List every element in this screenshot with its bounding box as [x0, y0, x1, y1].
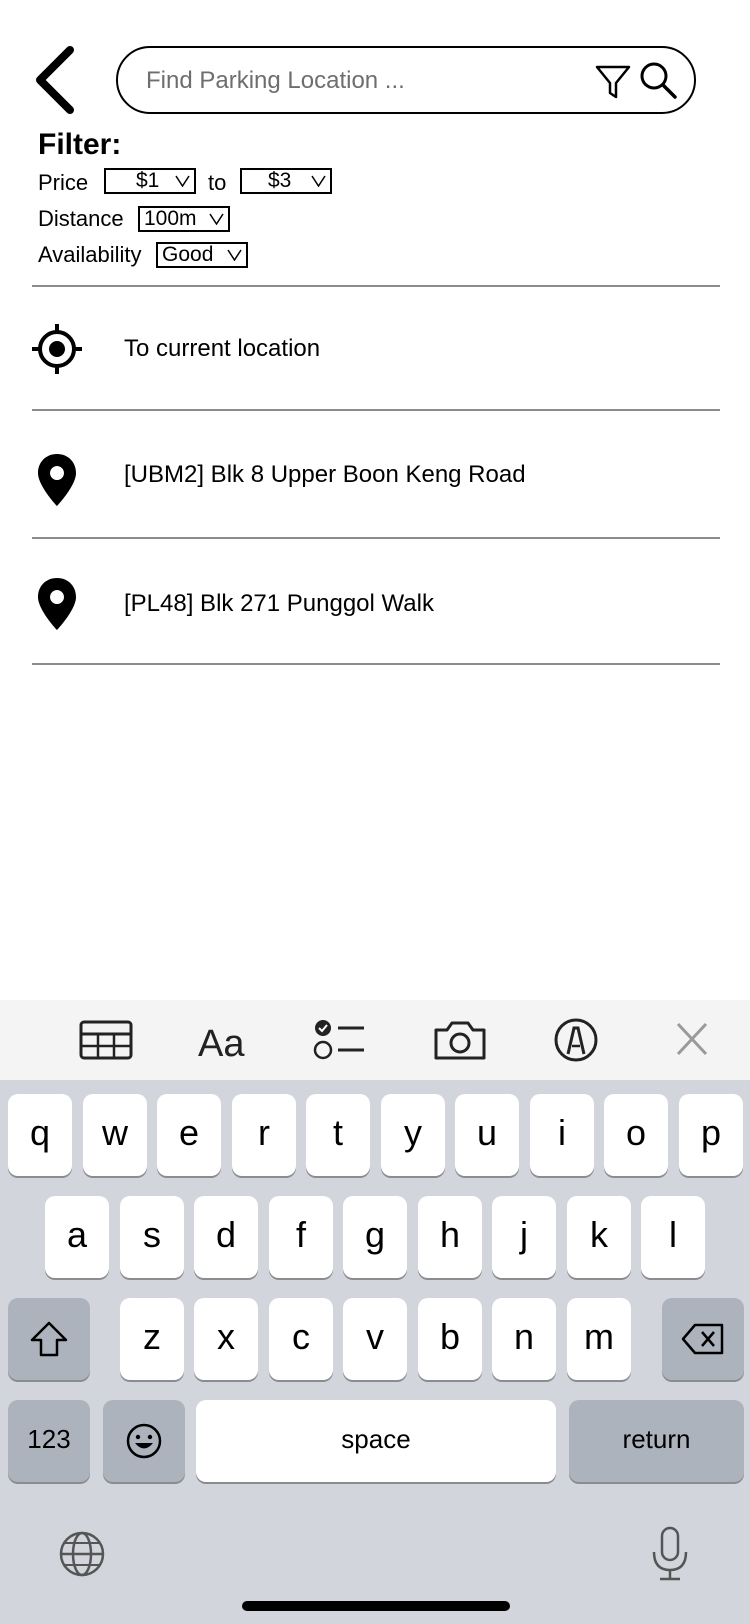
key-g[interactable]: g [343, 1196, 407, 1278]
table-icon[interactable] [78, 1016, 134, 1064]
chevron-left-icon [36, 46, 74, 114]
distance-value: 100m [144, 207, 197, 230]
availability-select[interactable]: Good [156, 242, 248, 268]
key-e[interactable]: e [157, 1094, 221, 1176]
price-from-value: $1 [136, 169, 160, 192]
list-item[interactable]: [UBM2] Blk 8 Upper Boon Keng Road [32, 411, 720, 535]
close-icon[interactable] [664, 1016, 720, 1064]
markup-icon[interactable] [548, 1016, 604, 1064]
key-i[interactable]: i [530, 1094, 594, 1176]
price-to-select[interactable]: $3 [240, 168, 332, 194]
key-w[interactable]: w [83, 1094, 147, 1176]
key-a[interactable]: a [45, 1196, 109, 1278]
numbers-key[interactable]: 123 [8, 1400, 90, 1482]
key-b[interactable]: b [418, 1298, 482, 1380]
chevron-down-icon [227, 249, 242, 261]
list-item-label: [UBM2] Blk 8 Upper Boon Keng Road [124, 461, 526, 488]
text-format-icon[interactable]: Aa [196, 1016, 252, 1064]
distance-select[interactable]: 100m [138, 206, 230, 232]
list-item-current-location[interactable]: To current location [32, 287, 720, 411]
key-x[interactable]: x [194, 1298, 258, 1380]
filter-icon[interactable] [594, 62, 632, 100]
search-icon[interactable] [638, 60, 678, 100]
crosshair-icon [32, 324, 82, 374]
keyboard-toolbar: Aa [0, 1000, 750, 1080]
emoji-key[interactable] [103, 1400, 185, 1482]
checklist-icon[interactable] [312, 1016, 368, 1064]
camera-icon[interactable] [432, 1016, 488, 1064]
delete-key[interactable] [662, 1298, 744, 1380]
list-item[interactable]: [PL48] Blk 271 Punggol Walk [32, 539, 720, 663]
microphone-icon[interactable] [650, 1526, 690, 1582]
price-to-word: to [208, 170, 227, 195]
key-r[interactable]: r [232, 1094, 296, 1176]
list-item-label: To current location [124, 335, 321, 362]
key-c[interactable]: c [269, 1298, 333, 1380]
return-key[interactable]: return [569, 1400, 744, 1482]
svg-text:Aa: Aa [198, 1023, 245, 1064]
availability-label: Availability [38, 242, 142, 267]
key-o[interactable]: o [604, 1094, 668, 1176]
chevron-down-icon [209, 213, 224, 225]
filter-title: Filter: [38, 128, 122, 161]
search-input[interactable] [146, 62, 576, 100]
distance-label: Distance [38, 206, 124, 231]
key-p[interactable]: p [679, 1094, 743, 1176]
space-key[interactable]: space [196, 1400, 556, 1482]
key-y[interactable]: y [381, 1094, 445, 1176]
key-l[interactable]: l [641, 1196, 705, 1278]
key-v[interactable]: v [343, 1298, 407, 1380]
price-label: Price [38, 170, 89, 195]
list-item-label: [PL48] Blk 271 Punggol Walk [124, 590, 434, 617]
map-pin-icon [38, 454, 76, 506]
chevron-down-icon [175, 175, 190, 187]
map-pin-icon [38, 578, 76, 630]
key-q[interactable]: q [8, 1094, 72, 1176]
key-k[interactable]: k [567, 1196, 631, 1278]
home-indicator [242, 1601, 510, 1611]
availability-value: Good [162, 243, 214, 266]
shift-icon [30, 1321, 68, 1357]
key-f[interactable]: f [269, 1196, 333, 1278]
price-to-value: $3 [268, 169, 292, 192]
key-s[interactable]: s [120, 1196, 184, 1278]
key-n[interactable]: n [492, 1298, 556, 1380]
price-from-select[interactable]: $1 [104, 168, 196, 194]
keyboard: Aa q w e r t y u i o p a s d f g h j k l… [0, 1000, 750, 1624]
chevron-down-icon [311, 175, 326, 187]
globe-icon[interactable] [58, 1530, 106, 1578]
key-t[interactable]: t [306, 1094, 370, 1176]
key-m[interactable]: m [567, 1298, 631, 1380]
key-h[interactable]: h [418, 1196, 482, 1278]
key-u[interactable]: u [455, 1094, 519, 1176]
search-bar [116, 46, 696, 114]
back-button[interactable] [30, 44, 86, 116]
key-j[interactable]: j [492, 1196, 556, 1278]
key-d[interactable]: d [194, 1196, 258, 1278]
key-z[interactable]: z [120, 1298, 184, 1380]
backspace-icon [681, 1323, 724, 1355]
divider [32, 663, 720, 665]
emoji-icon [126, 1423, 162, 1459]
shift-key[interactable] [8, 1298, 90, 1380]
